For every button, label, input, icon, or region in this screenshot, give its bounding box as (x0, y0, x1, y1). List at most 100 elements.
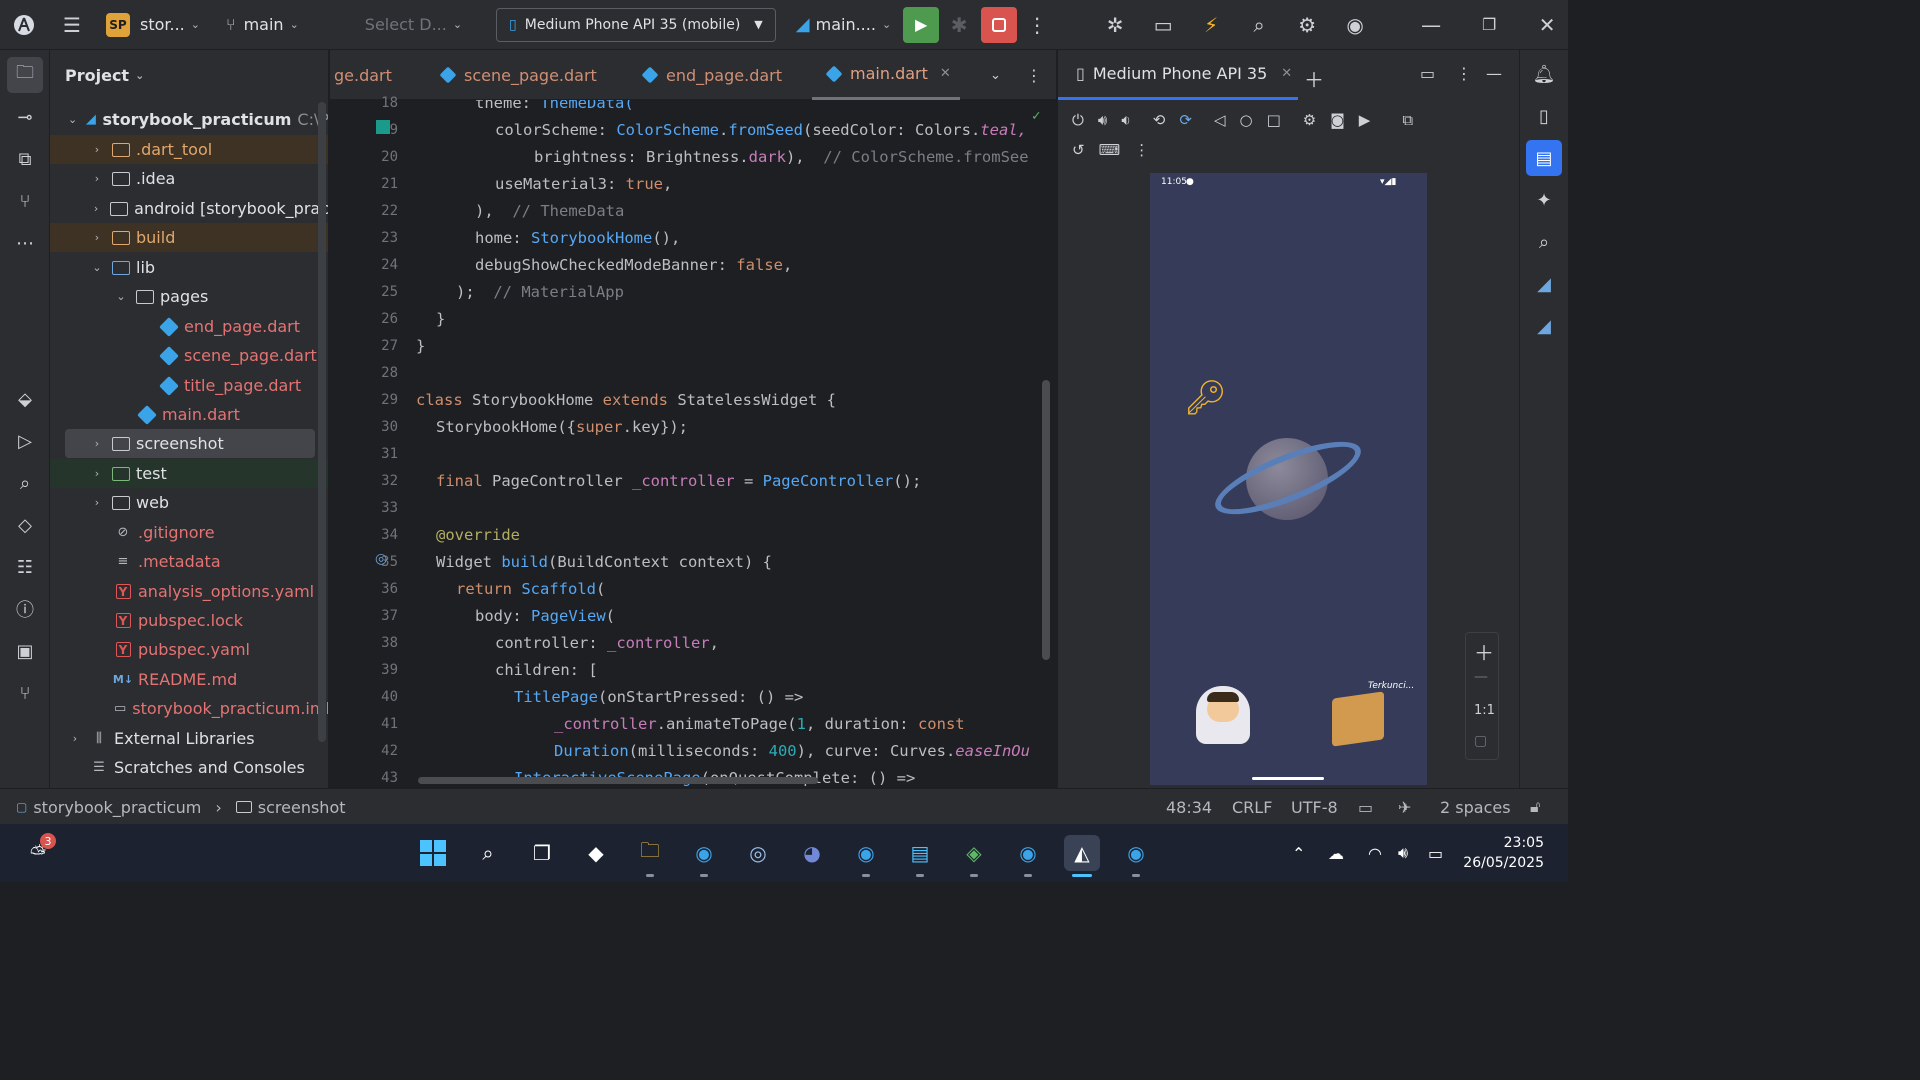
run-button[interactable]: ▶ (903, 6, 940, 43)
tree-item-analysis-options[interactable]: Y analysis_options.yaml (50, 577, 328, 606)
file-encoding[interactable]: UTF-8 (1291, 789, 1338, 825)
logcat-icon[interactable]: ☷ (7, 549, 43, 585)
restore-button[interactable]: ❐ (1469, 5, 1509, 45)
ai-assist-icon[interactable]: ✈ (1398, 789, 1411, 825)
git-client-icon[interactable]: ◈ (956, 835, 992, 871)
tree-item-metadata[interactable]: ≡ .metadata (50, 547, 328, 576)
tree-item-root[interactable]: ⌄ ◢ storybook_practicum C:\P (50, 105, 328, 134)
power-icon[interactable]: ⏻ (1072, 111, 1084, 129)
onedrive-icon[interactable]: ☁ (1328, 824, 1344, 882)
hot-reload-icon[interactable]: ⚡ (1191, 5, 1231, 45)
undo-icon[interactable]: ↺ (1072, 141, 1085, 159)
project-scrollbar[interactable] (318, 102, 326, 742)
tab-scene-page[interactable]: scene_page.dart (439, 50, 597, 100)
tree-item-scene-page[interactable]: scene_page.dart (50, 341, 328, 370)
debug-icon[interactable]: ✱ (939, 5, 979, 45)
account-icon[interactable]: ◉ (1335, 5, 1375, 45)
layout-icon[interactable]: ▭ (1420, 64, 1435, 83)
lock-icon[interactable]: 🔓︎ (1530, 789, 1540, 825)
flutter-performance-icon[interactable]: ◢ (1526, 308, 1562, 344)
file-explorer-icon[interactable]: 🗀 (632, 835, 668, 871)
flutter-inspector-icon[interactable]: ✲ (1095, 5, 1135, 45)
tree-item-screenshot[interactable]: › screenshot (65, 429, 315, 458)
key-icon[interactable]: 🔑︎ (1184, 378, 1227, 418)
tab-list-chevron-icon[interactable]: ⌄ (990, 50, 1001, 100)
box-icon[interactable] (1332, 691, 1384, 747)
clock[interactable]: 23:05 26/05/2025 (1463, 824, 1544, 882)
tree-item-web[interactable]: › web (50, 488, 328, 517)
tab-main-dart[interactable]: main.dart ✕ (812, 50, 960, 100)
home-icon[interactable]: ○ (1239, 111, 1252, 129)
rotate-right-icon[interactable]: ⟳ (1179, 111, 1192, 129)
project-tool-icon[interactable]: 🗀 (7, 57, 43, 93)
tree-item-gitignore[interactable]: ⊘ .gitignore (50, 518, 328, 547)
editor-vertical-scrollbar[interactable] (1042, 380, 1050, 660)
resource-manager-icon[interactable]: ⧉ (7, 141, 43, 177)
edge-icon[interactable]: ◉ (848, 835, 884, 871)
screenshot-icon[interactable]: ◙ (1330, 111, 1345, 129)
battery-icon[interactable]: ▭ (1428, 824, 1443, 882)
no-problems-check-icon[interactable]: ✓ (1032, 108, 1040, 124)
start-icon[interactable] (415, 835, 451, 871)
tree-item-lib[interactable]: ⌄ lib (50, 253, 328, 282)
tree-item-main-dart[interactable]: main.dart (50, 400, 328, 429)
gemini-icon[interactable]: ✦ (1526, 182, 1562, 218)
steam-icon[interactable]: ◎ (740, 835, 776, 871)
tree-item-test[interactable]: › test (50, 459, 328, 488)
settings-icon[interactable]: ⚙ (1287, 5, 1327, 45)
rotate-left-icon[interactable]: ⟲ (1153, 111, 1166, 129)
breadcrumb-project[interactable]: storybook_practicum (33, 798, 201, 817)
tree-item-pubspec-yaml[interactable]: Y pubspec.yaml (50, 635, 328, 664)
overview-icon[interactable]: □ (1267, 111, 1281, 129)
override-marker-icon[interactable]: ◎ (375, 551, 387, 567)
zoom-actual-size[interactable]: 1:1 (1474, 703, 1495, 718)
volume-down-icon[interactable]: 🔉︎ (1121, 111, 1130, 129)
astronaut-icon[interactable] (1196, 686, 1250, 744)
tray-chevron-icon[interactable]: ⌃ (1292, 824, 1305, 882)
tree-item-android[interactable]: › android [storybook_prac (50, 194, 328, 223)
search-icon[interactable]: ⌕ (1239, 5, 1279, 45)
tree-item-iml[interactable]: ▭ storybook_practicum.iml (50, 694, 328, 723)
more-device-options-icon[interactable]: ⋮ (1134, 141, 1149, 159)
indent-setting[interactable]: 2 spaces (1440, 789, 1511, 825)
search-icon[interactable]: ⌕ (470, 835, 506, 871)
android-studio-taskbar-icon[interactable]: ◭ (1064, 835, 1100, 871)
discord-icon[interactable]: ◕ (794, 835, 830, 871)
gem-tool-icon[interactable]: ◇ (7, 507, 43, 543)
project-selector[interactable]: SP stor... ⌄ (100, 8, 206, 42)
flutter-outline-icon[interactable]: ◢ (1526, 266, 1562, 302)
tree-item-external-libraries[interactable]: › ⫼ External Libraries (50, 724, 328, 753)
device-manager-icon[interactable]: ▭ (1143, 5, 1183, 45)
android-studio-logo-icon[interactable] (4, 5, 44, 45)
run-config-selector[interactable]: ◢ main.... ⌄ (790, 8, 897, 42)
edge-beta-icon[interactable]: ◉ (1118, 835, 1154, 871)
close-tab-icon[interactable]: ✕ (1281, 66, 1292, 81)
tab-more-icon[interactable]: ⋮ (1026, 50, 1042, 100)
tree-item-dart-tool[interactable]: › .dart_tool (50, 135, 328, 164)
zoom-out-icon[interactable]: — (1474, 669, 1488, 685)
main-menu-icon[interactable]: ☰ (52, 5, 92, 45)
device-tab[interactable]: ▯ Medium Phone API 35 ✕ (1058, 50, 1298, 100)
tab-end-page[interactable]: end_page.dart (641, 50, 782, 100)
tree-item-scratches[interactable]: ☰ Scratches and Consoles (50, 753, 328, 782)
close-tab-icon[interactable]: ✕ (940, 66, 951, 81)
pull-requests-icon[interactable]: ⑂ (7, 183, 43, 219)
readonly-toggle-icon[interactable]: ▭ (1358, 789, 1373, 825)
tree-item-end-page[interactable]: end_page.dart (50, 312, 328, 341)
tree-item-build[interactable]: › build (50, 223, 328, 252)
tree-item-pages[interactable]: ⌄ pages (50, 282, 328, 311)
more-tools-icon[interactable]: ⋯ (7, 225, 43, 261)
stop-button[interactable] (981, 6, 1018, 43)
minimize-button[interactable]: — (1411, 5, 1451, 45)
close-button[interactable]: ✕ (1527, 5, 1567, 45)
color-swatch-icon[interactable] (376, 120, 390, 134)
device-manager-icon[interactable]: ▯ (1526, 98, 1562, 134)
fit-screen-icon[interactable]: ▢ (1474, 733, 1487, 749)
phone-screen[interactable]: 11:05 ● ▾◢▮ 🔑︎ Terkunci... (1150, 173, 1427, 785)
device-selector[interactable]: ▯ Medium Phone API 35 (mobile) ▼ (496, 7, 776, 42)
zoom-in-icon[interactable]: ＋ (1474, 637, 1494, 666)
commit-tool-icon[interactable]: ⊸ (7, 99, 43, 135)
back-icon[interactable]: ◁ (1214, 111, 1226, 129)
notepad-icon[interactable]: ▤ (902, 835, 938, 871)
layout-inspector-icon[interactable]: ⌕ (1526, 224, 1562, 260)
